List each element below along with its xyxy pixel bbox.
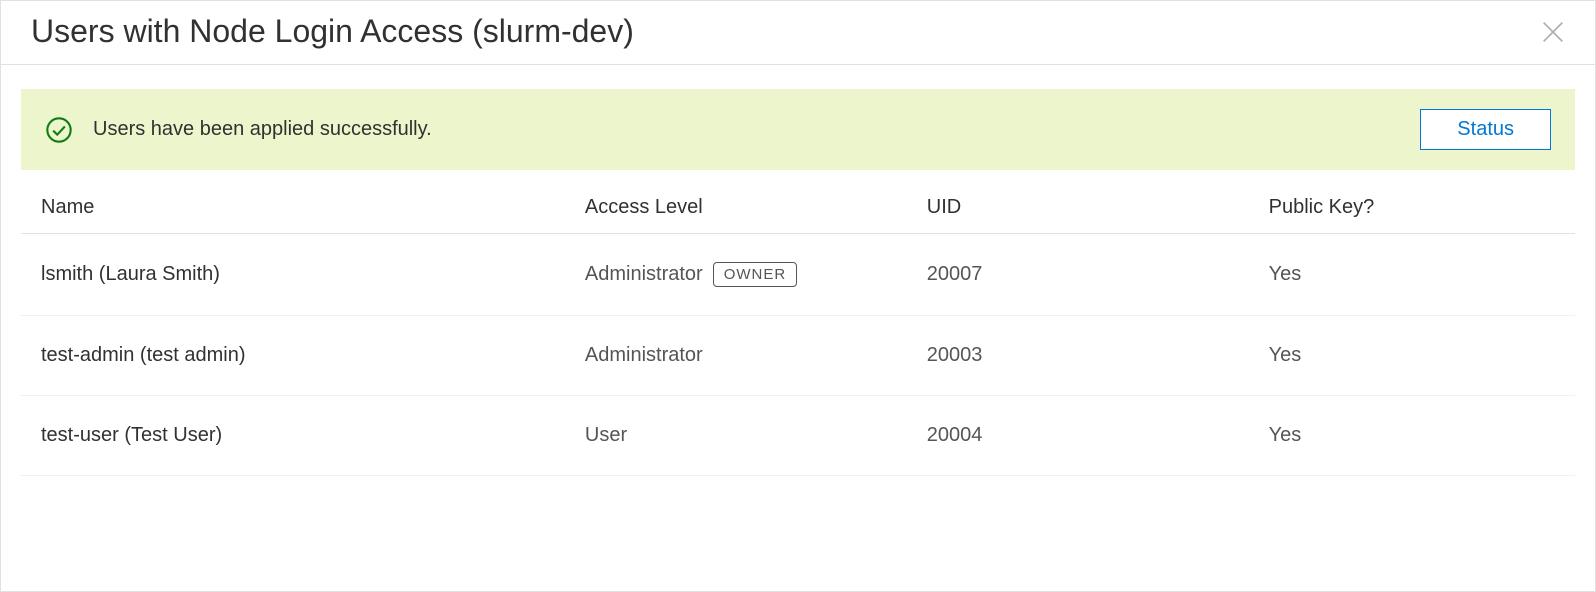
table-row[interactable]: test-user (Test User) User 20004Yes <box>21 396 1575 476</box>
close-button[interactable] <box>1535 14 1571 50</box>
column-header-name[interactable]: Name <box>21 178 565 234</box>
dialog-header: Users with Node Login Access (slurm-dev) <box>1 1 1595 65</box>
access-level-text: Administrator <box>585 344 703 367</box>
cell-uid: 20003 <box>907 316 1249 396</box>
table-row[interactable]: lsmith (Laura Smith) Administrator OWNER 20… <box>21 234 1575 316</box>
cell-public-key: Yes <box>1249 396 1575 476</box>
column-header-public-key[interactable]: Public Key? <box>1249 178 1575 234</box>
notification-content: Users have been applied successfully. <box>45 116 432 144</box>
dialog-body: Users have been applied successfully. St… <box>1 65 1595 500</box>
access-level-text: User <box>585 424 627 447</box>
owner-badge: OWNER <box>713 262 798 287</box>
success-notification: Users have been applied successfully. St… <box>21 89 1575 170</box>
dialog-title: Users with Node Login Access (slurm-dev) <box>31 13 634 50</box>
users-dialog: Users with Node Login Access (slurm-dev)… <box>0 0 1596 592</box>
cell-public-key: Yes <box>1249 316 1575 396</box>
cell-access-level: Administrator <box>565 316 907 396</box>
cell-uid: 20004 <box>907 396 1249 476</box>
cell-uid: 20007 <box>907 234 1249 316</box>
cell-access-level: Administrator OWNER <box>565 234 907 316</box>
cell-name: test-user (Test User) <box>21 396 565 476</box>
cell-name: lsmith (Laura Smith) <box>21 234 565 316</box>
notification-message: Users have been applied successfully. <box>93 118 432 141</box>
table-header-row: Name Access Level UID Public Key? <box>21 178 1575 234</box>
column-header-uid[interactable]: UID <box>907 178 1249 234</box>
table-row[interactable]: test-admin (test admin) Administrator 2000… <box>21 316 1575 396</box>
cell-public-key: Yes <box>1249 234 1575 316</box>
column-header-access-level[interactable]: Access Level <box>565 178 907 234</box>
close-icon <box>1539 18 1567 46</box>
access-level-text: Administrator <box>585 263 703 286</box>
users-table: Name Access Level UID Public Key? lsmith… <box>21 178 1575 476</box>
status-button[interactable]: Status <box>1420 109 1551 150</box>
cell-access-level: User <box>565 396 907 476</box>
checkmark-circle-icon <box>45 116 73 144</box>
cell-name: test-admin (test admin) <box>21 316 565 396</box>
